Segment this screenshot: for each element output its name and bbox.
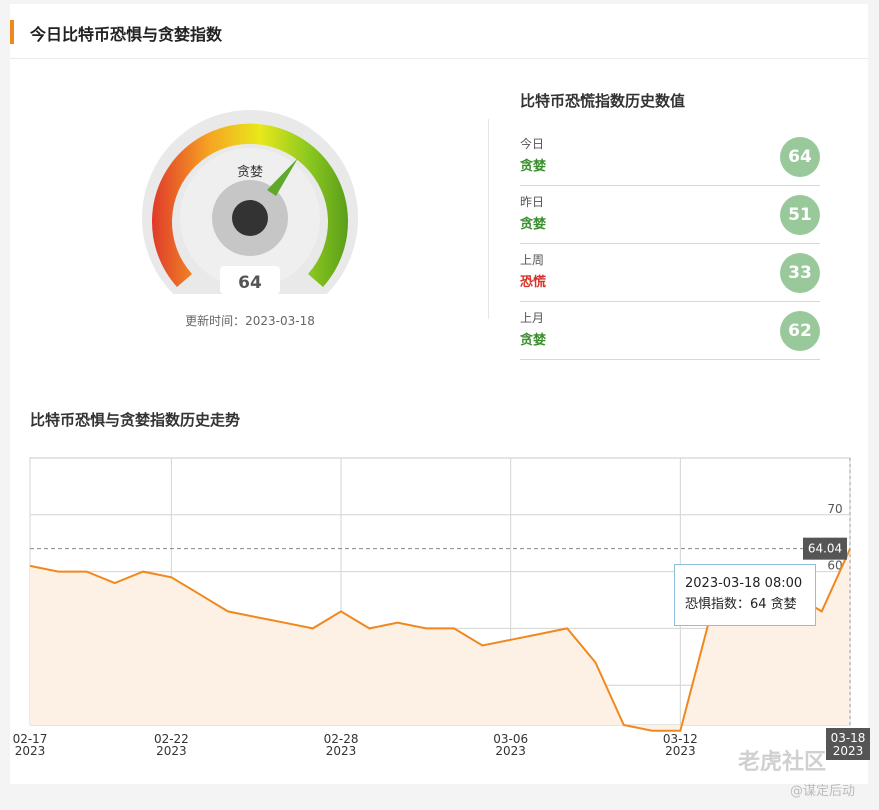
data-point: [452, 626, 456, 630]
history-value-badge: 51: [780, 195, 820, 235]
data-point: [56, 570, 60, 574]
history-row-last-week: 上周 恐慌 33: [520, 244, 820, 302]
data-point: [678, 729, 682, 733]
current-value-label: 64.04: [808, 542, 842, 556]
gauge-value: 64: [238, 273, 262, 293]
chart-tooltip: 2023-03-18 08:00 恐惧指数：64 贪婪: [674, 564, 816, 626]
data-point: [650, 729, 654, 733]
data-point: [537, 632, 541, 636]
data-point: [141, 570, 145, 574]
data-point: [820, 609, 824, 613]
data-point: [254, 615, 258, 619]
crosshair-x-year: 2023: [833, 744, 864, 758]
data-point: [622, 723, 626, 727]
history-state: 贪婪: [520, 159, 547, 174]
data-point: [339, 609, 343, 613]
gauge-state-label: 贪婪: [237, 165, 263, 180]
data-point: [367, 626, 371, 630]
history-row-yesterday: 昨日 贪婪 51: [520, 186, 820, 244]
data-point: [113, 581, 117, 585]
x-tick-label-year: 2023: [495, 744, 526, 758]
history-value-badge: 62: [780, 311, 820, 351]
history-value-badge: 64: [780, 137, 820, 177]
data-point: [282, 621, 286, 625]
x-tick-label-year: 2023: [156, 744, 187, 758]
history-label: 今日: [520, 137, 545, 151]
data-point: [169, 575, 173, 579]
vertical-divider: [488, 119, 489, 319]
data-point: [509, 638, 513, 642]
history-title: 比特币恐慌指数历史数值: [520, 92, 686, 110]
update-time: 更新时间：2023-03-18: [185, 314, 315, 328]
y-tick-label: 70: [827, 502, 842, 516]
history-row-today: 今日 贪婪 64: [520, 128, 820, 186]
gauge-hub: [232, 200, 268, 236]
watermark-logo: 老虎社区: [738, 750, 827, 775]
data-point: [594, 661, 598, 665]
history-state: 贪婪: [520, 333, 547, 348]
header-accent-bar: [10, 20, 14, 44]
x-tick-label-year: 2023: [665, 744, 696, 758]
data-point: [565, 626, 569, 630]
crosshair-x-date: 03-18: [831, 731, 866, 745]
data-point: [198, 592, 202, 596]
history-label: 上周: [520, 253, 545, 267]
x-tick-label-year: 2023: [326, 744, 357, 758]
data-point: [85, 570, 89, 574]
trend-title: 比特币恐惧与贪婪指数历史走势: [30, 411, 241, 429]
fear-greed-gauge: 贪婪 64: [140, 110, 360, 298]
history-row-last-month: 上月 贪婪 62: [520, 302, 820, 360]
history-label: 上月: [520, 311, 545, 325]
history-label: 昨日: [520, 195, 545, 209]
page-title: 今日比特币恐惧与贪婪指数: [30, 25, 223, 44]
history-value-badge: 33: [780, 253, 820, 293]
data-point: [480, 643, 484, 647]
tooltip-time: 2023-03-18 08:00: [685, 576, 803, 591]
history-state: 恐慌: [520, 275, 547, 290]
tooltip-text: 恐惧指数：64 贪婪: [685, 597, 797, 612]
history-state: 贪婪: [520, 217, 547, 232]
data-point: [28, 564, 32, 568]
card-header: 今日比特币恐惧与贪婪指数: [10, 4, 868, 59]
data-point: [396, 621, 400, 625]
data-point: [424, 626, 428, 630]
history-list: 今日 贪婪 64 昨日 贪婪 51 上周 恐慌 33 上月 贪婪 62: [520, 128, 820, 360]
watermark-author: @谋定后动: [790, 784, 856, 799]
x-tick-label-year: 2023: [15, 744, 46, 758]
data-point: [226, 609, 230, 613]
data-point: [311, 626, 315, 630]
